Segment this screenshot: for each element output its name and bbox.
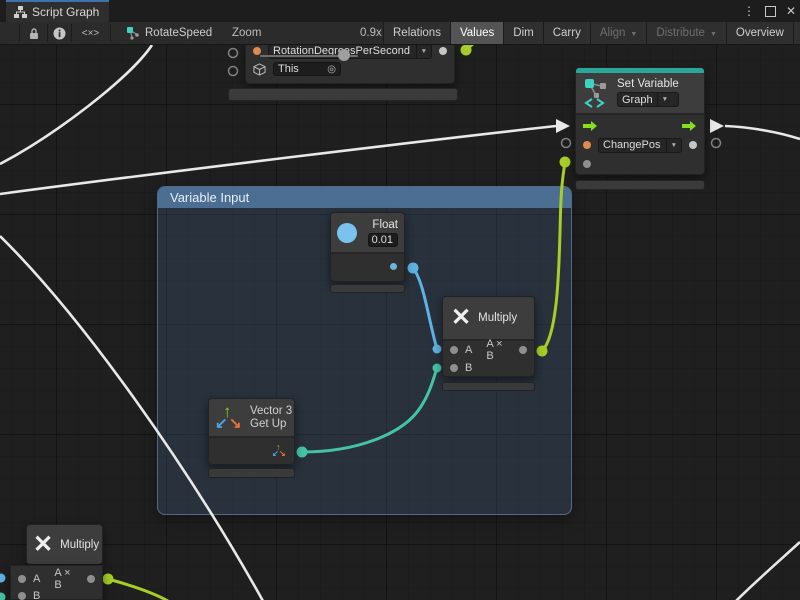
graph-asset-icon	[126, 26, 140, 40]
value-port-dot[interactable]	[253, 47, 261, 55]
zoom-value-wrap: 0.9x	[360, 22, 382, 44]
node-title: Float	[372, 219, 398, 231]
vector3-output-port[interactable]: ↑ ↙ ↘	[272, 444, 287, 459]
window-maximize-icon[interactable]	[765, 6, 776, 17]
value-port-dot[interactable]	[583, 141, 591, 149]
gameobject-cube-icon	[253, 63, 266, 76]
info-button[interactable]	[47, 22, 71, 44]
toolbar-button-carry[interactable]: Carry	[543, 22, 590, 44]
code-icon: <×>	[82, 28, 100, 39]
toolbar-button-distribute[interactable]: Distribute▼	[646, 22, 726, 44]
target-field[interactable]: This ◎	[273, 62, 341, 76]
node-vector3-footer[interactable]	[208, 468, 295, 478]
target-label: This	[278, 63, 327, 75]
chevron-down-icon: ▼	[416, 45, 427, 58]
input-port-b[interactable]	[18, 592, 26, 600]
flow-input-arrow[interactable]	[583, 120, 598, 132]
node-multiply[interactable]: ✕ Multiply A A × B B	[442, 296, 535, 377]
variable-name-label: ChangePos	[603, 139, 662, 151]
float-value: 0.01	[372, 234, 393, 246]
zoom-label: Zoom	[232, 27, 261, 39]
set-variable-icon	[584, 78, 610, 108]
lock-button[interactable]	[21, 22, 47, 44]
value-port-dot[interactable]	[689, 141, 697, 149]
chevron-down-icon: ▼	[710, 31, 717, 38]
chevron-down-icon: ▼	[630, 31, 637, 38]
input-port-a[interactable]	[18, 575, 26, 583]
chevron-down-icon: ▼	[666, 139, 677, 152]
node-set-variable-footer[interactable]	[575, 180, 705, 190]
scope-label: Graph	[622, 94, 653, 106]
toolbar-button-relations[interactable]: Relations	[383, 22, 450, 44]
breadcrumb[interactable]: RotateSpeed	[126, 22, 212, 44]
node-multiply-bottom-header[interactable]: ✕ Multiply	[26, 524, 103, 563]
variable-name-dropdown[interactable]: ChangePos ▼	[598, 138, 682, 153]
zoom-value: 0.9x	[360, 27, 382, 39]
title-bar: Script Graph ⋮ ✕	[0, 0, 800, 22]
node-float-footer[interactable]	[330, 284, 405, 293]
input-port-b[interactable]	[450, 364, 458, 372]
toolbar-button-overview[interactable]: Overview	[726, 22, 793, 44]
float-output-port[interactable]	[390, 263, 397, 270]
value-port-dot[interactable]	[583, 160, 591, 168]
graph-toolbar: <×> RotateSpeed Zoom 0.9x Relations Valu…	[0, 22, 800, 45]
multiply-icon: ✕	[33, 533, 53, 557]
float-value-icon	[337, 223, 357, 243]
flow-output-arrow[interactable]	[682, 120, 697, 132]
node-variable-get-footer[interactable]	[228, 88, 458, 101]
variable-scope-dropdown[interactable]: Graph ▼	[617, 92, 679, 107]
code-view-button[interactable]: <×>	[71, 22, 110, 44]
output-port[interactable]	[87, 575, 95, 583]
toolbar-button-full-screen[interactable]: Full Screen	[793, 22, 800, 44]
toolbar-button-dim[interactable]: Dim	[503, 22, 542, 44]
group-header[interactable]: Variable Input	[158, 187, 571, 208]
output-port[interactable]	[519, 346, 527, 354]
window-close-icon[interactable]: ✕	[786, 5, 796, 17]
toolbar-button-values[interactable]: Values	[450, 22, 503, 44]
script-graph-window: Variable Input	[0, 0, 800, 600]
node-float[interactable]: Float 0.01	[330, 212, 405, 282]
zoom-label-wrap: Zoom	[232, 22, 261, 44]
port-label-b: B	[33, 590, 40, 600]
group-title: Variable Input	[170, 190, 249, 205]
graph-name-label: RotateSpeed	[145, 27, 212, 39]
zoom-slider-handle[interactable]	[338, 49, 350, 61]
tab-script-graph[interactable]: Script Graph	[6, 0, 109, 22]
port-label-a: A	[33, 573, 40, 585]
info-icon	[53, 27, 66, 40]
chevron-down-icon: ▼	[657, 93, 668, 106]
float-value-input[interactable]: 0.01	[368, 233, 398, 247]
vector3-icon: ↑ ↙ ↘	[215, 403, 243, 433]
node-vector3-get-up[interactable]: ↑ ↙ ↘ Vector 3 Get Up ↑ ↙ ↘	[208, 398, 295, 465]
node-title: Vector 3	[250, 405, 292, 417]
node-title: Multiply	[478, 312, 517, 324]
tab-title: Script Graph	[32, 5, 99, 19]
node-subtitle: Get Up	[250, 418, 292, 430]
node-title: Multiply	[60, 539, 99, 551]
node-set-variable[interactable]: Set Variable Graph ▼ ChangePos ▼	[575, 67, 705, 175]
port-label-result: A × B	[486, 338, 512, 362]
multiply-icon: ✕	[451, 306, 471, 330]
port-label-b: B	[465, 362, 472, 374]
toolbar-button-align[interactable]: Align▼	[590, 22, 647, 44]
value-port-dot[interactable]	[439, 47, 447, 55]
node-multiply-bottom-body[interactable]: A A × B B	[10, 565, 103, 600]
lock-icon	[28, 27, 40, 40]
node-title: Set Variable	[617, 78, 679, 90]
input-port-a[interactable]	[450, 346, 458, 354]
node-variable-get[interactable]: RotationDegreesPerSecond ▼ This ◎	[245, 40, 455, 84]
script-graph-icon	[14, 6, 27, 18]
port-label-result: A × B	[54, 567, 80, 591]
object-picker-icon[interactable]: ◎	[327, 64, 336, 75]
port-label-a: A	[465, 344, 472, 356]
node-multiply-footer[interactable]	[442, 382, 535, 391]
window-menu-icon[interactable]: ⋮	[743, 5, 755, 17]
